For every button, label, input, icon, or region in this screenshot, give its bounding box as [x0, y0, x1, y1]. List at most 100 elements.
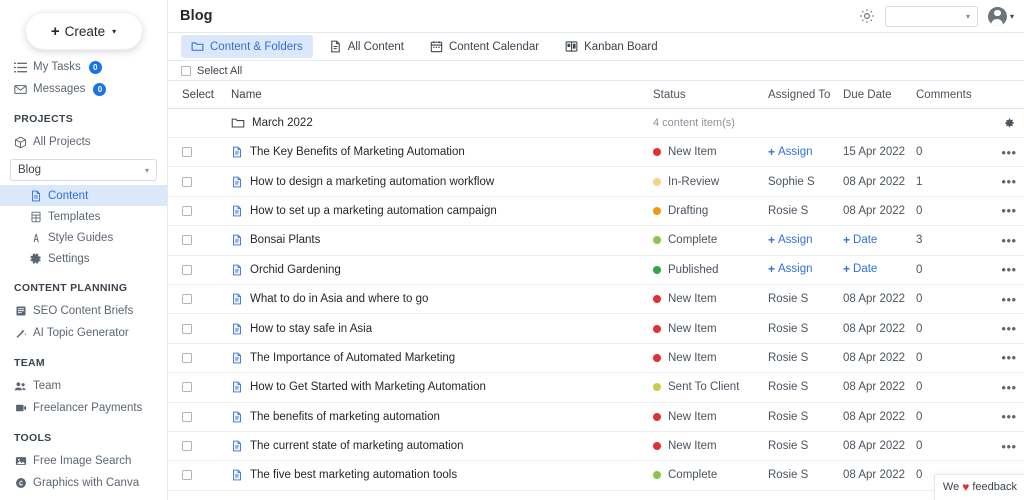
table-row[interactable]: How to Get Started with Marketing Automa… — [168, 373, 1024, 403]
row-checkbox[interactable] — [182, 411, 192, 422]
gear-icon[interactable] — [859, 8, 875, 24]
more-options-icon[interactable]: ••• — [1001, 175, 1016, 188]
tab-content-and-folders[interactable]: Content & Folders — [181, 35, 313, 58]
more-options-icon[interactable]: ••• — [1001, 293, 1016, 306]
more-options-icon[interactable]: ••• — [1001, 204, 1016, 217]
more-options-icon[interactable]: ••• — [1001, 410, 1016, 423]
sidebar-item-all-projects[interactable]: All Projects — [0, 131, 167, 153]
workspace-select[interactable]: ▾ — [884, 5, 978, 27]
table-row[interactable]: The Key Benefits of Marketing Automation… — [168, 138, 1024, 168]
row-name-cell[interactable]: How to set up a marketing automation cam… — [222, 205, 653, 217]
project-select[interactable]: Blog ▾ — [10, 159, 157, 181]
sidebar-item-freelancer-payments[interactable]: Freelancer Payments — [0, 397, 167, 419]
sidebar-item-settings[interactable]: Settings — [0, 248, 167, 269]
table-row[interactable]: The five best marketing automation tools… — [168, 461, 1024, 491]
row-actions-cell[interactable]: ••• — [994, 263, 1024, 276]
row-name-cell[interactable]: What to do in Asia and where to go — [222, 293, 653, 305]
row-assigned-cell: + Assign — [768, 234, 843, 247]
create-button[interactable]: + Create ▾ — [24, 12, 143, 50]
sidebar-item-team[interactable]: Team — [0, 375, 167, 397]
tab-content-calendar[interactable]: Content Calendar — [420, 35, 549, 58]
row-checkbox[interactable] — [182, 264, 192, 275]
row-name-cell[interactable]: The benefits of marketing automation — [222, 411, 653, 423]
add-date-link[interactable]: + Date — [843, 263, 877, 275]
more-options-icon[interactable]: ••• — [1001, 146, 1016, 159]
row-checkbox[interactable] — [182, 176, 192, 187]
row-actions-cell[interactable]: ••• — [994, 322, 1024, 335]
sidebar-item-ai-topic-generator[interactable]: AI Topic Generator — [0, 322, 167, 344]
add-date-link[interactable]: + Date — [843, 234, 877, 246]
row-checkbox[interactable] — [182, 441, 192, 452]
table-row[interactable]: What to do in Asia and where to go New It… — [168, 285, 1024, 315]
assign-link[interactable]: + Assign — [768, 146, 813, 158]
more-options-icon[interactable]: ••• — [1001, 322, 1016, 335]
sidebar-item-messages[interactable]: Messages 0 — [0, 78, 167, 100]
tab-all-content[interactable]: All Content — [319, 35, 414, 58]
row-status-cell: In-Review — [653, 176, 768, 188]
sidebar-item-seo-content-briefs[interactable]: SEO Content Briefs — [0, 300, 167, 322]
gear-icon[interactable] — [1004, 118, 1015, 129]
table-row[interactable]: Orchid Gardening Published + Assign + Date 0 ••… — [168, 256, 1024, 285]
row-name-cell[interactable]: How to stay safe in Asia — [222, 323, 653, 335]
tab-label: Content Calendar — [448, 40, 540, 53]
row-checkbox[interactable] — [182, 147, 192, 158]
more-options-icon[interactable]: ••• — [1001, 351, 1016, 364]
row-name-cell[interactable]: The Importance of Automated Marketing — [222, 352, 653, 364]
assign-link[interactable]: + Assign — [768, 234, 813, 246]
row-select-cell — [168, 176, 222, 187]
row-checkbox[interactable] — [182, 382, 192, 393]
sidebar-item-style-guides[interactable]: Style Guides — [0, 227, 167, 248]
row-name-cell[interactable]: The current state of marketing automatio… — [222, 440, 653, 452]
sidebar-item-content[interactable]: Content — [0, 185, 167, 206]
row-checkbox[interactable] — [182, 235, 192, 246]
row-checkbox[interactable] — [182, 294, 192, 305]
table-row[interactable]: The benefits of marketing automation New … — [168, 403, 1024, 432]
table-row[interactable]: The Importance of Automated Marketing New… — [168, 344, 1024, 374]
row-checkbox[interactable] — [182, 352, 192, 363]
table-row-folder[interactable]: March 2022 4 content item(s) — [168, 109, 1024, 138]
sidebar-item-templates[interactable]: Templates — [0, 206, 167, 227]
row-name-cell[interactable]: The Key Benefits of Marketing Automation — [222, 146, 653, 158]
row-actions-cell[interactable]: ••• — [994, 234, 1024, 247]
more-options-icon[interactable]: ••• — [1001, 381, 1016, 394]
select-all-checkbox[interactable] — [181, 65, 191, 76]
sidebar-item-graphics-with-canva[interactable]: Graphics with Canva — [0, 472, 167, 494]
row-actions-cell[interactable]: ••• — [994, 440, 1024, 453]
row-actions-cell[interactable]: ••• — [994, 175, 1024, 188]
row-actions-cell[interactable]: ••• — [994, 410, 1024, 423]
row-actions-cell[interactable]: ••• — [994, 204, 1024, 217]
assign-link[interactable]: + Assign — [768, 263, 813, 275]
more-options-icon[interactable]: ••• — [1001, 263, 1016, 276]
table-row[interactable]: The current state of marketing automatio… — [168, 432, 1024, 462]
table-row[interactable]: How to design a marketing automation wor… — [168, 167, 1024, 197]
row-comments-cell: 0 — [916, 381, 994, 393]
row-actions-cell[interactable]: ••• — [994, 293, 1024, 306]
comments-count: 0 — [916, 410, 923, 423]
row-name-cell[interactable]: Bonsai Plants — [222, 234, 653, 246]
table-row[interactable]: How to set up a marketing automation cam… — [168, 197, 1024, 227]
row-actions-cell[interactable]: ••• — [994, 146, 1024, 159]
row-checkbox[interactable] — [182, 323, 192, 334]
due-date-label: 08 Apr 2022 — [843, 322, 906, 335]
folder-name-cell[interactable]: March 2022 — [222, 116, 653, 130]
row-actions-cell[interactable]: ••• — [994, 351, 1024, 364]
row-actions-cell[interactable]: ••• — [994, 381, 1024, 394]
more-options-icon[interactable]: ••• — [1001, 440, 1016, 453]
row-name-cell[interactable]: The five best marketing automation tools — [222, 469, 653, 481]
row-status-cell: New Item — [653, 352, 768, 364]
row-name-cell[interactable]: How to design a marketing automation wor… — [222, 176, 653, 188]
feedback-widget[interactable]: We ♥ feedback — [933, 474, 1024, 500]
row-checkbox[interactable] — [182, 205, 192, 216]
user-menu[interactable]: ▾ — [987, 6, 1014, 26]
table-row[interactable]: How to stay safe in Asia New Item Rosie S 0… — [168, 314, 1024, 344]
table-row[interactable]: Bonsai Plants Complete + Assign + Date 3 ••• — [168, 226, 1024, 256]
document-icon — [231, 293, 243, 305]
row-name-cell[interactable]: How to Get Started with Marketing Automa… — [222, 381, 653, 393]
row-checkbox[interactable] — [182, 470, 192, 481]
sidebar-item-my-tasks[interactable]: My Tasks 0 — [0, 56, 167, 78]
sidebar-item-free-image-search[interactable]: Free Image Search — [0, 450, 167, 472]
tab-kanban-board[interactable]: Kanban Board — [555, 35, 668, 58]
more-options-icon[interactable]: ••• — [1001, 234, 1016, 247]
status-label: Complete — [668, 469, 718, 482]
row-name-cell[interactable]: Orchid Gardening — [222, 264, 653, 276]
